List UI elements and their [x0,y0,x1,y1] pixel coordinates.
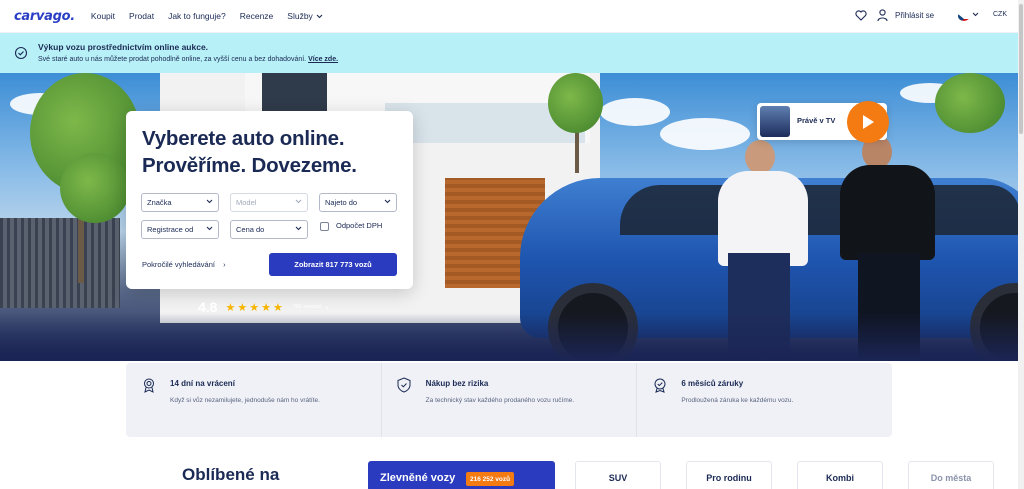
category-count-badge: 216 252 vozů [466,472,515,486]
popular-section-title: Oblíbené na [182,465,280,484]
nav-item-sluzby-label: Služby [287,11,313,21]
category-tile-suv[interactable]: SUV [575,461,661,489]
vat-checkbox-label[interactable]: Odpočet DPH [336,221,382,230]
nav-item-recenze[interactable]: Recenze [240,11,274,21]
chevron-down-icon [206,226,213,231]
banner-title: Výkup vozu prostřednictvím online aukce. [38,42,209,52]
model-select-value: Model [236,198,257,207]
heart-icon[interactable] [855,10,867,21]
mileage-select-value: Najeto do [325,198,358,207]
chevron-down-icon [295,226,302,231]
benefit-title: 14 dní na vrácení [170,379,235,388]
banner-text: Své staré auto u nás můžete prodat pohod… [38,56,338,63]
rating-summary[interactable]: 4.8 ★ ★ ★ ★ ★ 781 recenzí › [198,299,328,315]
hero-heading-line1: Vyberete auto online. [142,127,345,150]
advanced-search-link[interactable]: Pokročilé vyhledávání › [142,260,226,269]
tv-ad-thumbnail [760,106,790,137]
main-nav: Koupit Prodat Jak to funguje? Recenze Sl… [91,11,323,21]
price-select-value: Cena do [236,225,265,234]
login-link[interactable]: Přihlásit se [895,11,934,20]
price-select[interactable]: Cena do [230,220,308,239]
star-icon: ★ [237,301,248,314]
search-card: Vyberete auto online. Prověříme. Dovezem… [126,111,413,289]
rating-count: 781 recenzí [292,304,322,310]
benefit-text: Když si vůz nezamilujete, jednoduše nám … [170,397,320,404]
chevron-down-icon [316,14,323,18]
nav-item-prodat[interactable]: Prodat [129,11,154,21]
hero-heading: Vyberete auto online. Prověříme. Dovezem… [142,125,357,179]
language-chevron-icon[interactable] [972,12,979,17]
benefits-strip: 14 dní na vrácení Když si vůz nezamiluje… [126,363,892,437]
benefit-title: Nákup bez rizika [425,379,489,388]
chevron-right-icon: › [223,260,226,269]
nav-item-koupit[interactable]: Koupit [91,11,115,21]
banner-description: Své staré auto u nás můžete prodat pohod… [38,56,307,63]
nav-item-sluzby[interactable]: Služby [287,11,323,21]
chevron-down-icon [206,199,213,204]
chevron-down-icon [384,199,391,204]
benefit-return: 14 dní na vrácení Když si vůz nezamiluje… [126,363,382,437]
star-icon: ★ [249,301,260,314]
benefit-text: Za technický stav každého prodaného vozu… [425,397,575,404]
page-scrollbar[interactable] [1018,0,1024,489]
benefit-no-risk: Nákup bez rizika Za technický stav každé… [382,363,638,437]
category-tile-family[interactable]: Pro rodinu [686,461,772,489]
play-icon [863,115,874,129]
hero-heading-line2: Prověříme. Dovezeme. [142,154,357,177]
chevron-right-icon: › [325,302,329,312]
category-tile-discounted[interactable]: Zlevněné vozy 216 252 vozů [368,461,555,489]
shield-icon [397,377,411,393]
model-select[interactable]: Model [230,193,308,212]
star-icon: ★ [225,301,236,314]
star-icon: ★ [261,301,271,314]
benefit-title: 6 měsíců záruky [681,379,744,388]
rating-value: 4.8 [198,299,218,315]
currency-selector[interactable]: CZK [993,11,1007,18]
benefit-warranty: 6 měsíců záruky Prodloužená záruka ke ka… [637,363,892,437]
registration-select-value: Registrace od [147,225,194,234]
czech-flag-icon[interactable] [958,11,970,21]
show-cars-button[interactable]: Zobrazit 817 773 vozů [269,253,397,276]
carvago-logo[interactable]: carvago. [14,9,75,24]
top-navigation-bar: carvago. Koupit Prodat Jak to funguje? R… [0,0,1024,33]
warranty-badge-icon [654,378,666,393]
banner-more-link[interactable]: Více zde. [308,56,338,63]
play-video-button[interactable] [847,101,889,143]
user-icon[interactable] [877,9,888,22]
tv-ad-label: Právě v TV [797,116,836,125]
make-select[interactable]: Značka [141,193,219,212]
nav-item-jak-to-funguje[interactable]: Jak to funguje? [168,11,226,21]
scrollbar-thumb[interactable] [1019,4,1023,134]
category-tile-city[interactable]: Do města [908,461,994,489]
category-tile-kombi[interactable]: Kombi [797,461,883,489]
return-medal-icon [144,378,154,393]
mileage-select[interactable]: Najeto do [319,193,397,212]
advanced-search-label: Pokročilé vyhledávání [142,260,215,269]
category-tile-label: Zlevněné vozy [380,472,456,484]
chevron-down-icon [295,199,302,204]
auction-info-banner: Výkup vozu prostřednictvím online aukce.… [0,33,1024,73]
benefit-text: Prodloužená záruka ke každému vozu. [681,397,794,404]
star-icon: ★ [272,301,283,314]
badge-check-icon [14,46,28,60]
registration-select[interactable]: Registrace od [141,220,219,239]
make-select-value: Značka [147,198,172,207]
vat-checkbox[interactable] [320,222,329,231]
